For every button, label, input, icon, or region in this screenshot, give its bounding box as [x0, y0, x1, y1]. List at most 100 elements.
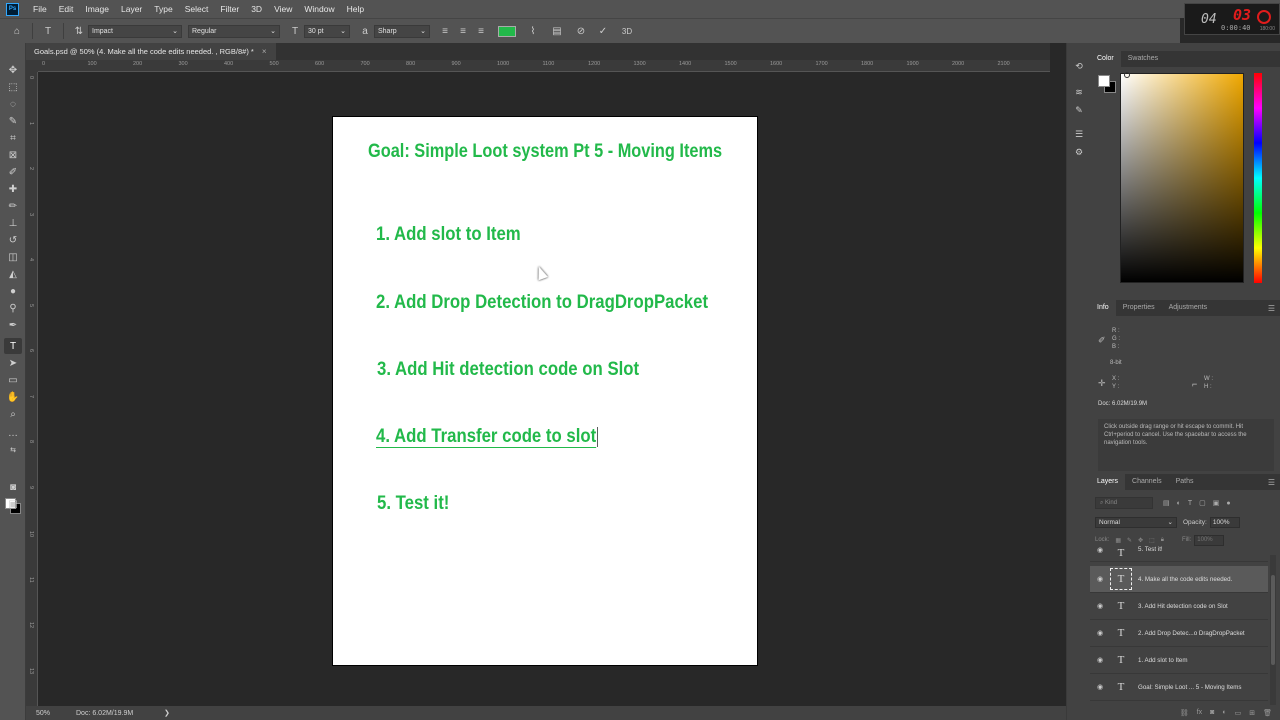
blur-tool-icon[interactable]: ● [4, 283, 22, 299]
layer-row-2[interactable]: ◉ T 2. Add Drop Detec...o DragDropPacket [1090, 620, 1268, 647]
layer-row-5[interactable]: ◉ T 5. Test it! [1090, 542, 1268, 562]
eyedropper-tool-icon[interactable]: ✐ [4, 164, 22, 180]
eye-icon[interactable]: ◉ [1090, 546, 1110, 554]
menu-help[interactable]: Help [341, 0, 370, 18]
toggle-text-orientation-icon[interactable]: ⇅ [70, 22, 88, 40]
opacity-input[interactable]: 100% [1209, 516, 1240, 528]
add-mask-icon[interactable]: ◙ [1210, 709, 1214, 716]
layer-row-goal[interactable]: ◉ T Goal: Simple Loot ... 5 - Moving Ite… [1090, 674, 1268, 701]
brushes-icon[interactable]: ✎ [1072, 103, 1086, 117]
filter-toggle-icon[interactable]: ● [1226, 500, 1230, 507]
foreground-color-chip[interactable] [1098, 75, 1110, 87]
brush-settings-icon[interactable]: ≋ [1072, 85, 1086, 99]
rectangle-tool-icon[interactable]: ▭ [4, 372, 22, 388]
more-tools-icon[interactable]: … [4, 425, 22, 441]
swap-colors-icon[interactable]: ⇆ [4, 442, 22, 458]
filter-shape-icon[interactable]: ▢ [1199, 499, 1206, 507]
new-layer-icon[interactable]: ⊞ [1249, 709, 1255, 717]
menu-window[interactable]: Window [298, 0, 340, 18]
panel-menu-icon[interactable]: ☰ [1268, 304, 1275, 313]
vertical-ruler[interactable]: 0 1 2 3 4 5 6 7 8 9 10 11 12 13 [26, 72, 38, 706]
goal-item-4-text-editing[interactable]: 4. Add Transfer code to slot [376, 425, 598, 448]
pen-tool-icon[interactable]: ✒ [4, 317, 22, 333]
commit-edits-icon[interactable]: ✓ [594, 22, 612, 40]
menu-3d[interactable]: 3D [245, 0, 268, 18]
type-tool-preset-icon[interactable]: T [39, 22, 57, 40]
goal-item-2-text[interactable]: 2. Add Drop Detection to DragDropPacket [376, 291, 708, 314]
adjustment-layer-icon[interactable]: ◐ [1222, 709, 1226, 716]
goal-item-3-text[interactable]: 3. Add Hit detection code on Slot [377, 358, 639, 381]
filter-adjustment-icon[interactable]: ◐ [1177, 500, 1181, 507]
zoom-level[interactable]: 50% [36, 710, 76, 717]
home-icon[interactable]: ⌂ [8, 22, 26, 40]
adjust-icon[interactable]: ☰ [1072, 127, 1086, 141]
panel-menu-icon[interactable]: ☰ [1268, 478, 1275, 487]
lasso-tool-icon[interactable]: ◌ [4, 96, 22, 112]
close-icon[interactable]: × [262, 47, 267, 56]
screen-mode-icon[interactable]: ▣ [4, 496, 22, 512]
eye-icon[interactable]: ◉ [1090, 629, 1110, 637]
3d-text-icon[interactable]: 3D [618, 22, 636, 40]
goal-item-1-text[interactable]: 1. Add slot to Item [376, 223, 521, 246]
eye-icon[interactable]: ◉ [1090, 602, 1110, 610]
layer-row-4[interactable]: ◉ T 4. Make all the code edits needed. [1090, 566, 1268, 593]
font-size-select[interactable]: 30 pt ⌄ [304, 24, 350, 38]
goal-item-5-text[interactable]: 5. Test it! [377, 492, 449, 515]
editing-text[interactable]: 4. Add Transfer code to slot [376, 425, 597, 448]
layer-kind-filter[interactable]: ⌕ Kind [1095, 497, 1153, 509]
eraser-tool-icon[interactable]: ◫ [4, 249, 22, 265]
eye-icon[interactable]: ◉ [1090, 683, 1110, 691]
character-panel-icon[interactable]: ▤ [548, 22, 566, 40]
eye-icon[interactable]: ◉ [1090, 575, 1110, 583]
paint-bucket-tool-icon[interactable]: ◭ [4, 266, 22, 282]
chevron-right-icon[interactable]: ❯ [164, 709, 170, 717]
link-layers-icon[interactable]: ⛓ [1180, 709, 1189, 717]
menu-select[interactable]: Select [179, 0, 215, 18]
history-icon[interactable]: ⟲ [1072, 59, 1086, 73]
filter-pixel-icon[interactable]: ▤ [1163, 499, 1170, 507]
healing-brush-tool-icon[interactable]: ✚ [4, 181, 22, 197]
move-tool-icon[interactable]: ✥ [4, 62, 22, 78]
quick-select-tool-icon[interactable]: ✎ [4, 113, 22, 129]
tool-presets-icon[interactable]: ⚙ [1072, 145, 1086, 159]
tab-layers[interactable]: Layers [1090, 474, 1126, 490]
hand-tool-icon[interactable]: ✋ [4, 389, 22, 405]
filter-type-icon[interactable]: T [1188, 500, 1192, 507]
menu-type[interactable]: Type [148, 0, 178, 18]
tab-info[interactable]: Info [1090, 300, 1116, 316]
align-right-icon[interactable]: ≡ [472, 22, 490, 40]
dodge-tool-icon[interactable]: ⚲ [4, 300, 22, 316]
ruler-origin[interactable] [26, 60, 38, 72]
quick-mask-icon[interactable]: ◙ [4, 479, 22, 495]
align-left-icon[interactable]: ≡ [436, 22, 454, 40]
tab-properties[interactable]: Properties [1116, 300, 1162, 316]
type-tool-icon[interactable]: T [4, 338, 22, 354]
zoom-tool-icon[interactable]: ⌕ [4, 406, 22, 422]
layer-row-3[interactable]: ◉ T 3. Add Hit detection code on Slot [1090, 593, 1268, 620]
filter-smart-object-icon[interactable]: ▣ [1213, 499, 1220, 507]
menu-layer[interactable]: Layer [115, 0, 148, 18]
align-center-icon[interactable]: ≡ [454, 22, 472, 40]
hue-slider[interactable] [1254, 73, 1262, 283]
clone-stamp-tool-icon[interactable]: ⊥ [4, 215, 22, 231]
antialias-select[interactable]: Sharp ⌄ [374, 24, 430, 38]
goal-title-text[interactable]: Goal: Simple Loot system Pt 5 - Moving I… [368, 141, 722, 163]
new-group-icon[interactable]: ▭ [1235, 709, 1242, 717]
scrollbar-thumb[interactable] [1271, 575, 1275, 665]
menu-file[interactable]: File [27, 0, 53, 18]
tab-paths[interactable]: Paths [1169, 474, 1201, 490]
crop-tool-icon[interactable]: ⌗ [4, 130, 22, 146]
font-style-select[interactable]: Regular ⌄ [188, 24, 280, 38]
font-family-select[interactable]: Impact ⌄ [88, 24, 182, 38]
color-picker-ring[interactable] [1124, 72, 1130, 78]
menu-edit[interactable]: Edit [53, 0, 80, 18]
menu-view[interactable]: View [268, 0, 298, 18]
color-field[interactable] [1120, 73, 1244, 283]
tab-adjustments[interactable]: Adjustments [1162, 300, 1215, 316]
marquee-tool-icon[interactable]: ⬚ [4, 79, 22, 95]
text-color-swatch[interactable] [498, 25, 516, 37]
layer-row-1[interactable]: ◉ T 1. Add slot to Item [1090, 647, 1268, 674]
tab-swatches[interactable]: Swatches [1121, 51, 1165, 67]
blend-mode-select[interactable]: Normal ⌄ [1095, 516, 1177, 528]
layer-style-icon[interactable]: fx [1197, 709, 1202, 716]
